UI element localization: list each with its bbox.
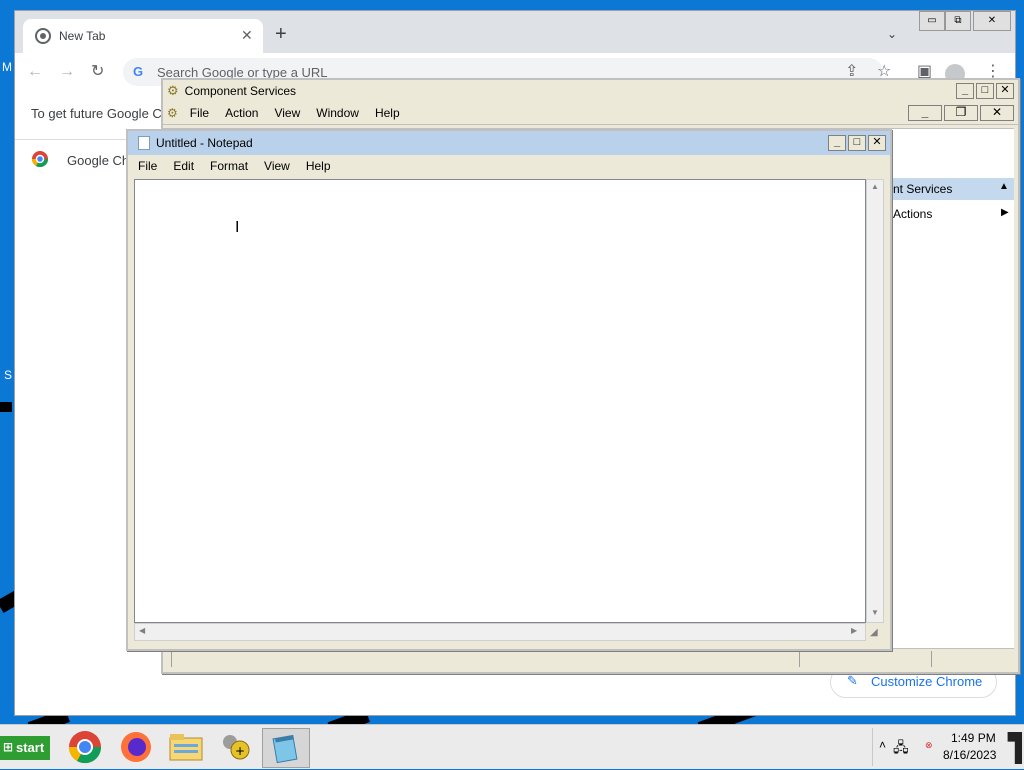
menu-view[interactable]: View [256,159,298,173]
scroll-up-icon[interactable]: ▲ [871,182,879,191]
window-title: Component Services [184,84,297,98]
scroll-left-icon[interactable]: ◀ [139,626,145,635]
minimize-button[interactable]: _ [828,135,846,151]
console-icon: ⚙ [167,106,178,120]
taskbar-chrome-icon[interactable] [65,728,105,766]
chrome-restore-button[interactable]: ⧉ [945,11,971,31]
taskbar-firefox-icon[interactable] [116,728,156,766]
clock-date[interactable]: 8/16/2023 [943,748,996,762]
notepad-titlebar: Untitled - Notepad _ □ ✕ [128,131,890,155]
pencil-icon: ✎ [847,673,858,688]
maximize-button[interactable]: □ [848,135,866,151]
forward-arrow-icon[interactable]: → [59,62,75,82]
menu-file[interactable]: File [182,106,217,120]
scroll-right-icon[interactable]: ▶ [851,626,857,635]
actions-header-label: nt Services [893,182,953,196]
new-tab-button[interactable]: + [275,23,287,46]
child-restore-button[interactable]: ❐ [944,105,978,121]
menu-help[interactable]: Help [367,106,408,120]
tab-title: New Tab [59,29,106,43]
tab-close-icon[interactable]: ✕ [241,27,253,44]
notepad-window: Untitled - Notepad _ □ ✕ File Edit Forma… [126,129,892,651]
windows-logo-icon: ⊞ [3,740,14,754]
chrome-close-button[interactable]: ✕ [973,11,1011,31]
statusbar-divider [799,651,800,667]
actions-pane-header[interactable]: nt Services ▲ [891,178,1014,200]
notepad-icon [138,136,150,150]
menu-window[interactable]: Window [308,106,367,120]
notepad-text-area[interactable] [134,179,866,623]
menu-file[interactable]: File [128,159,165,173]
scroll-down-icon[interactable]: ▼ [871,608,879,617]
desktop-icon-label: S [4,368,13,382]
collapse-arrow-icon: ▲ [999,181,1009,192]
system-tray: ˄ 🖧 ⊗ 1:49 PM 8/16/2023 [872,728,999,766]
notepad-menubar: File Edit Format View Help [128,155,890,177]
taskbar-file-explorer-icon[interactable] [166,728,206,766]
clock-time[interactable]: 1:49 PM [951,731,996,745]
resize-grip-icon[interactable]: ◢ [870,627,878,638]
maximize-button[interactable]: □ [976,83,994,99]
statusbar-divider [931,651,932,667]
statusbar [163,648,1014,669]
close-button[interactable]: ✕ [868,135,886,151]
chrome-tab-strip: New Tab ✕ + ⌄ ▭ ⧉ ✕ [15,11,1015,53]
start-label: start [16,740,45,755]
actions-item-label: Actions [893,207,933,221]
window-title: Untitled - Notepad [156,136,253,150]
desktop-icon-label: M [2,60,12,74]
chrome-logo-icon [31,150,49,168]
menu-view[interactable]: View [266,106,308,120]
customize-chrome-label: Customize Chrome [871,674,983,689]
desktop-stripe [0,402,12,412]
chrome-minimize-button[interactable]: ▭ [919,11,945,31]
menu-action[interactable]: Action [217,106,266,120]
text-cursor-icon: I [235,219,240,236]
back-arrow-icon[interactable]: ← [27,62,43,82]
horizontal-scrollbar[interactable]: ◀ ▶ [134,623,866,641]
vertical-scrollbar[interactable]: ▲ ▼ [866,179,884,623]
alert-icon[interactable]: ⊗ [925,740,933,751]
tray-expand-icon[interactable]: ˄ [879,738,886,752]
component-services-menubar: ⚙ File Action View Window Help _ ❐ ✕ [163,102,1018,125]
component-services-titlebar: ⚙ Component Services _ □ ✕ [163,80,1018,102]
child-close-button[interactable]: ✕ [980,105,1014,121]
component-services-icon: ⚙ [167,83,179,98]
taskbar-component-services-icon[interactable]: + [216,728,256,766]
menu-help[interactable]: Help [298,159,339,173]
google-g-icon: G [133,64,144,79]
bookmark-label[interactable]: Google Ch [67,153,129,168]
menu-edit[interactable]: Edit [165,159,202,173]
start-button[interactable]: ⊞ start [0,736,50,760]
tab-new-tab[interactable]: New Tab ✕ [23,19,263,53]
network-icon[interactable]: 🖧 [893,737,909,761]
actions-item[interactable]: Actions ▶ [891,204,1014,224]
signin-promo-text: To get future Google C [31,106,162,121]
child-minimize-button[interactable]: _ [908,105,942,121]
tab-search-chevron-icon[interactable]: ⌄ [887,27,897,41]
close-button[interactable]: ✕ [996,83,1014,99]
menu-format[interactable]: Format [202,159,256,173]
statusbar-divider [171,651,172,667]
expand-arrow-icon: ▶ [1001,207,1009,218]
reload-icon[interactable]: ↻ [91,62,104,82]
minimize-button[interactable]: _ [956,83,974,99]
taskbar-notepad-icon[interactable] [262,728,310,768]
svg-text:+: + [235,744,245,758]
chrome-favicon-icon [35,28,51,44]
